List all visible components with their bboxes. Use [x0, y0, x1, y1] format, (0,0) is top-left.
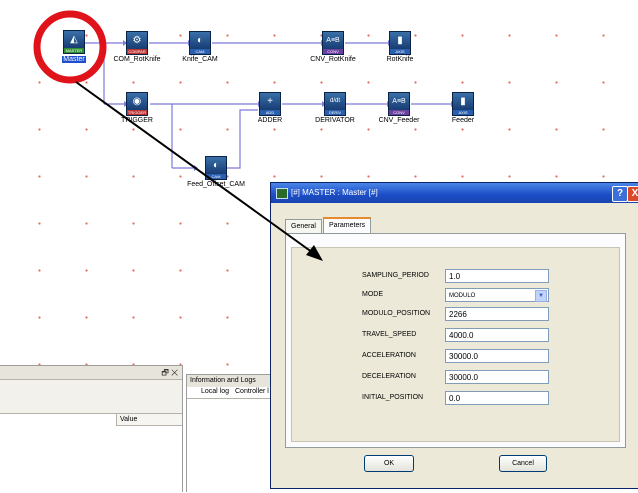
annotation-arrow [75, 81, 323, 261]
